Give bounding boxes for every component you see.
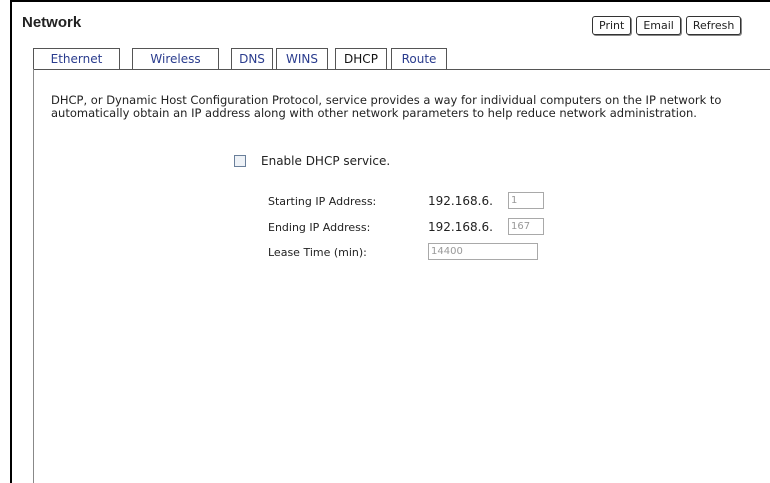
enable-dhcp-label: Enable DHCP service. — [261, 154, 391, 168]
page-title: Network — [22, 14, 82, 31]
tab-dns[interactable]: DNS — [231, 48, 273, 70]
print-button[interactable]: Print — [592, 16, 632, 35]
tab-wireless[interactable]: Wireless — [132, 48, 219, 70]
ending-ip-label: Ending IP Address: — [268, 221, 371, 234]
enable-dhcp-checkbox[interactable] — [234, 155, 246, 167]
lease-time-input[interactable]: 14400 — [428, 243, 538, 260]
ending-ip-input[interactable]: 167 — [508, 218, 544, 235]
starting-ip-label: Starting IP Address: — [268, 195, 377, 208]
starting-ip-input[interactable]: 1 — [508, 192, 544, 209]
ending-ip-prefix: 192.168.6. — [428, 220, 493, 234]
starting-ip-prefix: 192.168.6. — [428, 194, 493, 208]
content-panel — [33, 69, 770, 483]
dhcp-description: DHCP, or Dynamic Host Configuration Prot… — [51, 93, 722, 120]
tab-route[interactable]: Route — [391, 48, 447, 70]
header-toolbar: Print Email Refresh — [592, 16, 742, 35]
tab-wins[interactable]: WINS — [276, 48, 328, 70]
refresh-button[interactable]: Refresh — [685, 16, 742, 35]
enable-dhcp-row: Enable DHCP service. — [234, 154, 390, 168]
tab-ethernet[interactable]: Ethernet — [33, 48, 120, 70]
tab-dhcp[interactable]: DHCP — [335, 48, 387, 70]
lease-time-label: Lease Time (min): — [268, 246, 367, 259]
email-button[interactable]: Email — [636, 16, 681, 35]
